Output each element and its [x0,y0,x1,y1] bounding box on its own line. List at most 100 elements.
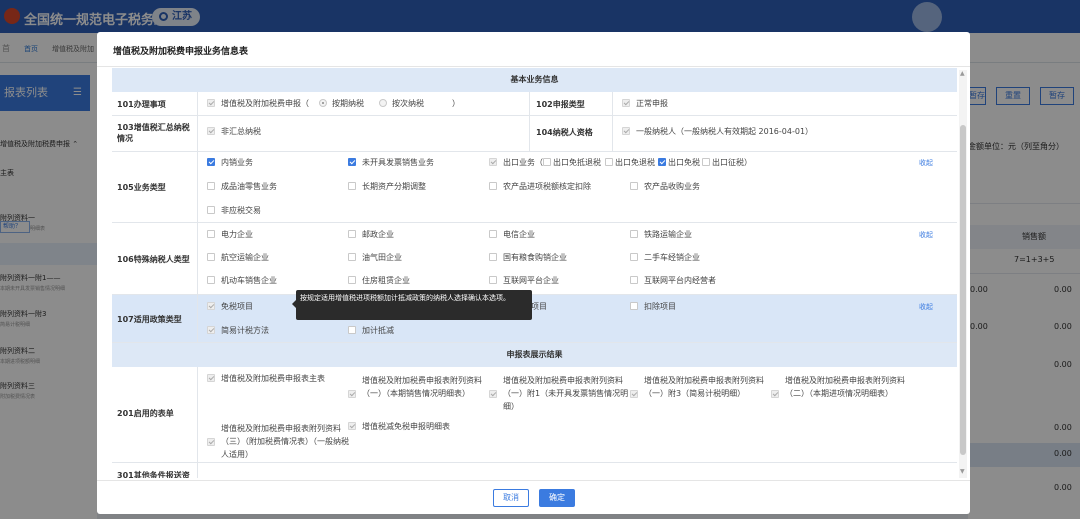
scroll-up-icon[interactable]: ▲ [960,70,965,77]
option-oil-retail[interactable]: 成品油零售业务 [207,182,277,192]
checkbox[interactable] [207,374,215,382]
checkbox[interactable] [543,158,551,166]
checkbox[interactable] [348,326,356,334]
option-internet-platform[interactable]: 互联网平台企业 [489,276,559,286]
checkbox[interactable] [348,158,356,166]
checkbox[interactable] [489,390,497,398]
checkbox[interactable] [489,253,497,261]
option-general-taxpayer[interactable]: 一般纳税人（一般纳税人有效期起 2016-04-01） [622,127,813,137]
confirm-button[interactable]: 确定 [539,489,575,507]
option-railway[interactable]: 铁路运输企业 [630,230,692,240]
option-domestic-sales[interactable]: 内销业务 [207,158,253,168]
option-used-car[interactable]: 二手车经销企业 [630,253,700,263]
checkbox[interactable] [348,422,356,430]
scroll-down-icon[interactable]: ▼ [960,468,965,475]
option-non-taxable[interactable]: 非应税交易 [207,206,261,216]
checkbox[interactable] [207,253,215,261]
option-housing-rental[interactable]: 住房租赁企业 [348,276,410,286]
checkbox[interactable] [207,158,215,166]
option-power[interactable]: 电力企业 [207,230,253,240]
checkbox[interactable] [489,158,497,166]
form-tax-relief[interactable]: 增值税减免税申报明细表 [348,422,450,432]
scroll-thumb[interactable] [960,125,966,455]
form-schedule-2[interactable]: 增值税及附加税费申报表附列资料（二）（本期进项情况明细表） [771,374,915,400]
checkbox[interactable] [348,230,356,238]
label-104: 104纳税人资格 [536,128,593,137]
checkbox[interactable] [622,127,630,135]
radio-per-transaction[interactable]: 按次纳税 [375,99,424,109]
collapse-107-link[interactable]: 收起 [919,302,933,312]
checkbox[interactable] [630,302,638,310]
dialog-title: 增值税及附加税费申报业务信息表 [113,47,249,57]
checkbox[interactable] [207,302,215,310]
row-101: 101办理事项 增值税及附加税费申报（ 按期纳税 按次纳税 ） 102申报类型 … [112,92,957,116]
checkbox[interactable] [658,158,666,166]
option-export-taxed[interactable]: 出口征税） [702,158,752,168]
option-export-offset-refund[interactable]: 出口免抵退税 [543,158,601,168]
checkbox[interactable] [207,99,215,107]
option-oil-gas[interactable]: 油气田企业 [348,253,402,263]
checkbox[interactable] [207,230,215,238]
option-platform-operator[interactable]: 互联网平台内经营者 [630,276,716,286]
checkbox[interactable] [207,182,215,190]
checkbox[interactable] [207,438,215,446]
option-agri-purchase[interactable]: 农产品收购业务 [630,182,700,192]
checkbox[interactable] [630,230,638,238]
option-label: 增值税及附加税费申报（ [221,99,309,108]
option-export-refund[interactable]: 出口免退税 [605,158,655,168]
checkbox[interactable] [207,276,215,284]
option-non-consolidated[interactable]: 非汇总纳税 [207,127,261,137]
option-export-exempt[interactable]: 出口免税 [658,158,700,168]
option-postal[interactable]: 邮政企业 [348,230,394,240]
checkbox[interactable] [771,390,779,398]
checkbox[interactable] [622,99,630,107]
form-schedule-1[interactable]: 增值税及附加税费申报表附列资料（一）（本期销售情况明细表） [348,374,492,400]
checkbox[interactable] [348,276,356,284]
checkbox[interactable] [630,253,638,261]
option-label: 住房租赁企业 [362,276,410,285]
option-state-grain[interactable]: 国有粮食购销企业 [489,253,567,263]
checkbox[interactable] [489,230,497,238]
option-aviation[interactable]: 航空运输企业 [207,253,269,263]
option-uninvoiced-sales[interactable]: 未开具发票销售业务 [348,158,434,168]
option-deduction[interactable]: 扣除项目 [630,302,676,312]
checkbox[interactable] [348,253,356,261]
form-schedule-1-attach-1[interactable]: 增值税及附加税费申报表附列资料（一）附1（未开具发票销售情况明细） [489,374,633,413]
checkbox[interactable] [348,182,356,190]
option-agri-deduction[interactable]: 农产品进项税额核定扣除 [489,182,591,192]
option-vat-declaration[interactable]: 增值税及附加税费申报（ [207,99,309,109]
checkbox[interactable] [207,206,215,214]
checkbox[interactable] [207,326,215,334]
radio[interactable] [379,99,387,107]
option-long-term-asset[interactable]: 长期资产分期调整 [348,182,426,192]
collapse-106-link[interactable]: 收起 [919,230,933,240]
checkbox[interactable] [489,276,497,284]
label-101: 101办理事项 [117,100,166,109]
checkbox[interactable] [489,182,497,190]
option-simplified-method[interactable]: 简易计税方法 [207,326,269,336]
option-label: 出口业务（ [503,158,543,167]
collapse-105-link[interactable]: 收起 [919,158,933,168]
dialog-scrollbar[interactable]: ▲ ▼ [959,70,967,478]
checkbox[interactable] [630,276,638,284]
row-103: 103增值税汇总纳税情况 非汇总纳税 104纳税人资格 一般纳税人（一般纳税人有… [112,116,957,152]
checkbox[interactable] [630,390,638,398]
form-main-table[interactable]: 增值税及附加税费申报表主表 [207,374,325,384]
checkbox[interactable] [630,182,638,190]
label-301: 301其他条件报送资 [117,471,190,478]
option-additional-deduction[interactable]: 加计抵减 [348,326,394,336]
checkbox[interactable] [702,158,710,166]
checkbox[interactable] [348,390,356,398]
cancel-button[interactable]: 取消 [493,489,529,507]
form-schedule-1-attach-3[interactable]: 增值税及附加税费申报表附列资料（一）附3（简易计税明细） [630,374,774,400]
option-telecom[interactable]: 电信企业 [489,230,535,240]
option-tax-exempt[interactable]: 免税项目 [207,302,253,312]
checkbox[interactable] [207,127,215,135]
option-motor-vehicle[interactable]: 机动车销售企业 [207,276,277,286]
radio[interactable] [319,99,327,107]
checkbox[interactable] [605,158,613,166]
option-export[interactable]: 出口业务（ [489,158,543,168]
form-schedule-3[interactable]: 增值税及附加税费申报表附列资料（三）（附加税费情况表）（一般纳税人适用） [207,422,351,461]
radio-periodic[interactable]: 按期纳税 [315,99,364,109]
option-normal-declaration[interactable]: 正常申报 [622,99,668,109]
